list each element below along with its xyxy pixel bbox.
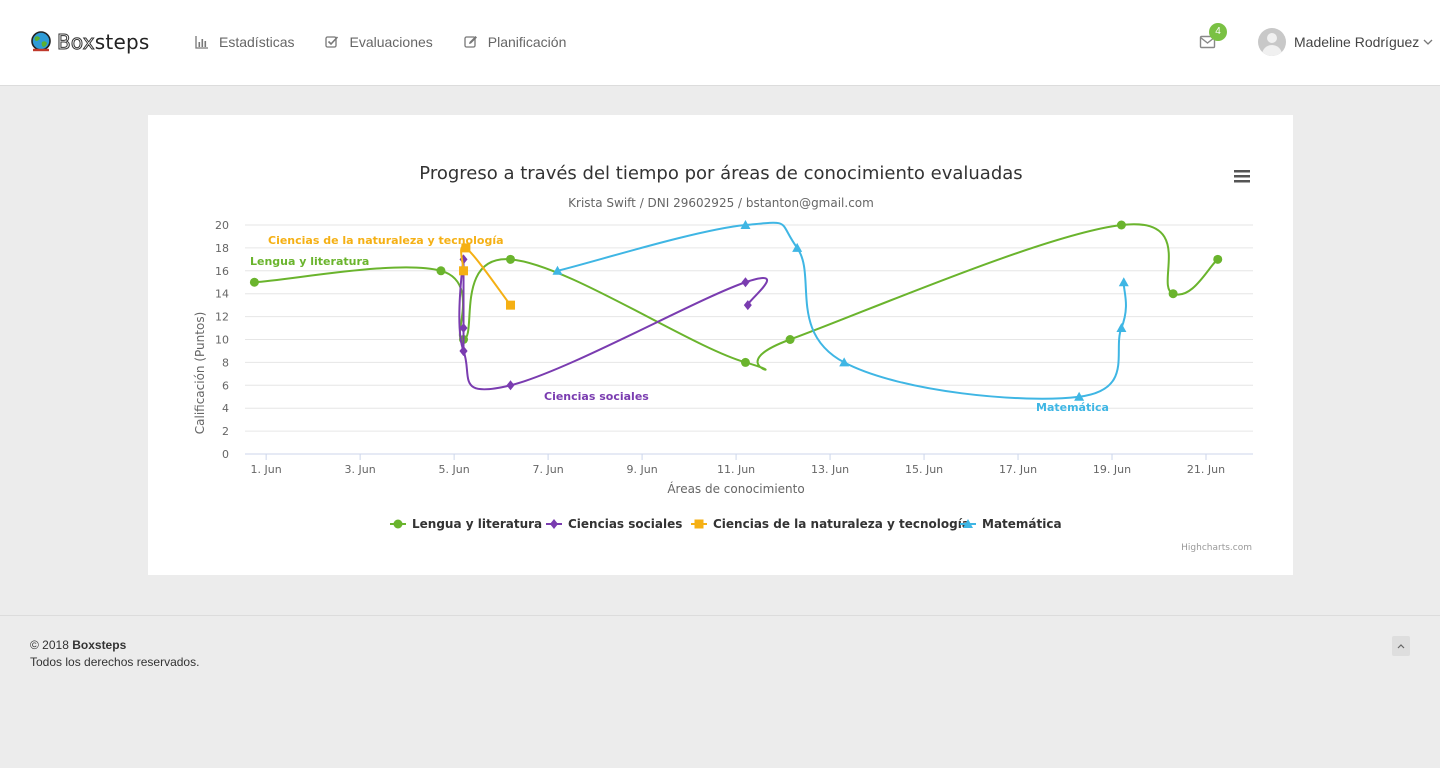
legend-item[interactable]: Ciencias sociales bbox=[546, 517, 682, 531]
footer-divider bbox=[0, 615, 1440, 616]
legend-item[interactable]: Lengua y literatura bbox=[390, 517, 542, 531]
series-line bbox=[460, 245, 512, 306]
nav-item-label: Evaluaciones bbox=[349, 34, 433, 50]
footer-copyright: © 2018 Boxsteps Todos los derechos reser… bbox=[30, 637, 199, 671]
y-tick-label: 18 bbox=[215, 242, 229, 255]
legend-item[interactable]: Matemática bbox=[960, 517, 1062, 531]
grid-lines bbox=[245, 224, 1253, 455]
brand-name: Boxsteps bbox=[57, 30, 150, 55]
menu-icon[interactable] bbox=[1234, 170, 1250, 183]
chevron-down-icon bbox=[1423, 39, 1433, 45]
series-3 bbox=[552, 220, 1129, 401]
y-axis-label: Calificación (Puntos) bbox=[193, 312, 207, 435]
data-point bbox=[506, 300, 516, 310]
legend-marker bbox=[694, 519, 704, 529]
x-tick-label: 5. Jun bbox=[439, 463, 470, 476]
copyright-year: © 2018 bbox=[30, 638, 69, 652]
main-nav: Estadísticas Evaluaciones Planificación bbox=[195, 34, 597, 50]
data-point bbox=[506, 254, 516, 264]
nav-item-planificacion[interactable]: Planificación bbox=[464, 34, 567, 50]
y-tick-label: 2 bbox=[222, 425, 229, 438]
user-name: Madeline Rodríguez bbox=[1294, 34, 1420, 50]
data-point bbox=[1168, 289, 1178, 299]
y-axis-ticks: 0 2 4 6 8 10 12 14 16 18 20 bbox=[215, 219, 229, 461]
y-tick-label: 10 bbox=[215, 334, 229, 347]
legend-label: Ciencias sociales bbox=[568, 517, 682, 531]
x-tick-label: 11. Jun bbox=[717, 463, 755, 476]
y-tick-label: 12 bbox=[215, 311, 229, 324]
chart-title: Progreso a través del tiempo por áreas d… bbox=[419, 163, 1022, 184]
series-layer bbox=[249, 220, 1223, 401]
data-point bbox=[785, 335, 795, 344]
nav-item-label: Planificación bbox=[487, 34, 567, 50]
data-point bbox=[740, 357, 750, 367]
data-point bbox=[506, 380, 515, 391]
y-tick-label: 4 bbox=[222, 402, 229, 415]
user-menu[interactable]: Madeline Rodríguez bbox=[1258, 28, 1433, 56]
data-point bbox=[1118, 277, 1129, 287]
y-tick-label: 6 bbox=[222, 379, 229, 392]
chart-subtitle: Krista Swift / DNI 29602925 / bstanton@g… bbox=[568, 196, 874, 210]
series-label-matematica: Matemática bbox=[1036, 401, 1109, 414]
x-tick-label: 13. Jun bbox=[811, 463, 849, 476]
series-line bbox=[557, 221, 1127, 400]
nav-item-label: Estadísticas bbox=[219, 34, 295, 50]
x-tick-label: 21. Jun bbox=[1187, 463, 1225, 476]
x-tick-label: 1. Jun bbox=[251, 463, 282, 476]
legend-label: Ciencias de la naturaleza y tecnología bbox=[713, 517, 970, 531]
x-tick-label: 9. Jun bbox=[626, 463, 657, 476]
chart-legend: Lengua y literatura Ciencias sociales Cien… bbox=[390, 517, 1062, 531]
data-point bbox=[436, 266, 446, 276]
top-navbar: Boxsteps Estadísticas Evaluaciones Plani… bbox=[0, 0, 1440, 86]
chevron-up-icon bbox=[1397, 644, 1405, 649]
y-tick-label: 8 bbox=[222, 356, 229, 369]
legend-label: Lengua y literatura bbox=[412, 517, 542, 531]
avatar bbox=[1258, 28, 1286, 56]
data-point bbox=[1116, 323, 1127, 333]
series-label-lengua: Lengua y literatura bbox=[250, 255, 369, 268]
data-point bbox=[1213, 254, 1223, 264]
check-square-icon bbox=[325, 36, 339, 48]
x-tick-label: 17. Jun bbox=[999, 463, 1037, 476]
series-label-naturaleza: Ciencias de la naturaleza y tecnología bbox=[268, 234, 504, 247]
series-2 bbox=[459, 243, 516, 310]
x-tick-label: 19. Jun bbox=[1093, 463, 1131, 476]
data-point bbox=[249, 277, 259, 287]
data-point bbox=[459, 266, 469, 276]
y-tick-label: 14 bbox=[215, 288, 229, 301]
copyright-rights: Todos los derechos reservados. bbox=[30, 655, 200, 669]
brand-logo[interactable]: Boxsteps bbox=[29, 28, 149, 56]
mail-count-badge: 4 bbox=[1209, 23, 1227, 41]
nav-item-evaluaciones[interactable]: Evaluaciones bbox=[325, 34, 433, 50]
x-tick-label: 7. Jun bbox=[533, 463, 564, 476]
progress-chart: Progreso a través del tiempo por áreas d… bbox=[193, 163, 1253, 553]
legend-marker bbox=[393, 519, 403, 529]
globe-icon bbox=[31, 31, 51, 52]
chart-card: Progreso a través del tiempo por áreas d… bbox=[148, 115, 1293, 575]
data-point bbox=[741, 277, 750, 288]
y-tick-label: 20 bbox=[215, 219, 229, 232]
x-axis-label: Áreas de conocimiento bbox=[667, 481, 804, 496]
copyright-brand: Boxsteps bbox=[72, 638, 127, 652]
chart-credits[interactable]: Highcharts.com bbox=[1181, 543, 1252, 553]
x-tick-label: 15. Jun bbox=[905, 463, 943, 476]
edit-icon bbox=[464, 36, 477, 48]
bar-chart-icon bbox=[195, 36, 208, 49]
data-point bbox=[1116, 220, 1126, 230]
y-tick-label: 16 bbox=[215, 265, 229, 278]
series-1 bbox=[458, 254, 769, 391]
scroll-top-button[interactable] bbox=[1392, 636, 1410, 656]
y-tick-label: 0 bbox=[222, 448, 229, 461]
nav-item-estadisticas[interactable]: Estadísticas bbox=[195, 34, 294, 50]
series-line bbox=[458, 259, 769, 391]
legend-item[interactable]: Ciencias de la naturaleza y tecnología bbox=[691, 517, 970, 531]
x-axis-ticks: 1. Jun 3. Jun 5. Jun 7. Jun 9. Jun 11. Jun 13.… bbox=[251, 454, 1225, 476]
data-point bbox=[459, 345, 468, 356]
x-tick-label: 3. Jun bbox=[345, 463, 376, 476]
legend-label: Matemática bbox=[982, 517, 1062, 531]
series-label-sociales: Ciencias sociales bbox=[544, 390, 649, 403]
legend-marker bbox=[550, 519, 558, 529]
